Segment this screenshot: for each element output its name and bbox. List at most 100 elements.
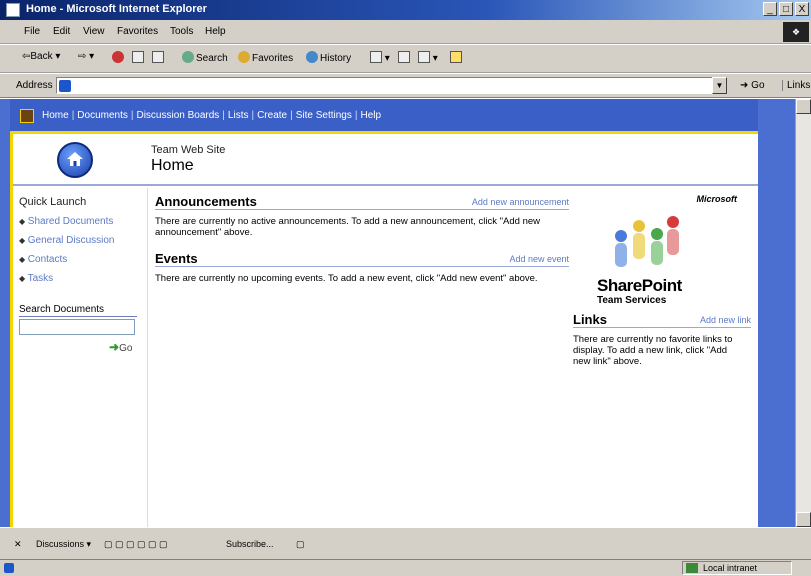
site-icon	[20, 109, 34, 123]
minimize-button[interactable]: _	[763, 2, 777, 16]
search-label: Search	[196, 53, 228, 64]
close-discussions-icon[interactable]: ✕	[14, 539, 22, 550]
announcements-body: There are currently no active announceme…	[155, 216, 541, 238]
home-icon[interactable]	[152, 51, 164, 64]
sidebar: Quick Launch ◆ Shared Documents ◆ Genera…	[13, 188, 148, 530]
address-dropdown-icon[interactable]: ▼	[712, 77, 727, 94]
forward-button[interactable]: ⇨ ▾	[78, 51, 94, 62]
stop-icon[interactable]	[112, 51, 126, 64]
microsoft-logo: Microsoft	[696, 194, 738, 204]
events-title: Events	[155, 251, 198, 266]
links-section: Links Add new link There are currently n…	[573, 312, 751, 367]
announcements-title: Announcements	[155, 194, 257, 209]
home-logo-icon[interactable]	[57, 142, 93, 178]
edit-icon[interactable]: ▾	[418, 51, 438, 64]
page-content: Team Web Site Home Quick Launch ◆ Shared…	[10, 131, 758, 530]
quick-launch-contacts[interactable]: ◆ Contacts	[19, 254, 115, 273]
nav-help[interactable]: Help	[360, 110, 381, 121]
discussion-tool-icons[interactable]: ▢ ▢ ▢ ▢ ▢ ▢	[104, 539, 168, 550]
go-label: Go	[751, 80, 765, 91]
add-link-link[interactable]: Add new link	[700, 315, 751, 325]
search-documents-input[interactable]	[19, 319, 135, 335]
window-title: Home - Microsoft Internet Explorer	[26, 3, 207, 15]
quick-launch-list: ◆ Shared Documents ◆ General Discussion …	[19, 216, 115, 292]
ie-icon	[6, 3, 20, 17]
bullet-icon: ◆	[19, 255, 26, 264]
page-header: Team Web Site Home	[13, 134, 758, 186]
menu-tools[interactable]: Tools	[170, 26, 193, 37]
links-title: Links	[573, 312, 607, 327]
page-icon	[59, 80, 71, 92]
maximize-button[interactable]: □	[779, 2, 793, 16]
discussions-button[interactable]: Discussions ▾	[36, 539, 91, 550]
site-name: Team Web Site	[151, 144, 226, 156]
nav-documents[interactable]: Documents	[77, 110, 128, 121]
address-label: Address	[16, 80, 53, 91]
quick-launch-label: Shared Documents	[27, 216, 114, 227]
menu-view[interactable]: View	[83, 26, 105, 37]
announcements-section: Announcements Add new announcement There…	[155, 194, 569, 238]
history-button[interactable]: History	[306, 51, 351, 64]
bullet-icon: ◆	[19, 274, 26, 283]
vertical-scrollbar[interactable]	[795, 99, 811, 527]
nav-home[interactable]: Home	[42, 110, 69, 121]
sharepoint-product-sub: Team Services	[597, 295, 667, 306]
subscribe-button[interactable]: Subscribe...	[226, 539, 274, 549]
windows-logo-icon: ❖	[783, 22, 809, 42]
standard-toolbar: ⇦Back ▾ ⇨ ▾ Search Favorites History ▾ ▾	[0, 45, 811, 73]
quick-launch-shared-documents[interactable]: ◆ Shared Documents	[19, 216, 115, 235]
quick-launch-general-discussion[interactable]: ◆ General Discussion	[19, 235, 115, 254]
intranet-icon	[686, 563, 698, 573]
add-event-link[interactable]: Add new event	[509, 254, 569, 264]
menu-help[interactable]: Help	[205, 26, 226, 37]
bullet-icon: ◆	[19, 236, 26, 245]
menu-edit[interactable]: Edit	[53, 26, 70, 37]
window-titlebar: Home - Microsoft Internet Explorer _ □ X	[0, 0, 811, 20]
search-go-button[interactable]: ➜Go	[109, 340, 132, 354]
address-bar: Address ▼ ➜ Go Links	[0, 74, 811, 98]
mail-icon[interactable]: ▾	[370, 51, 390, 64]
search-documents-heading: Search Documents	[19, 304, 137, 317]
nav-create[interactable]: Create	[257, 110, 287, 121]
search-button[interactable]: Search	[182, 51, 228, 64]
links-body: There are currently no favorite links to…	[573, 334, 733, 367]
top-navigation: Home | Documents | Discussion Boards | Lists | C…	[10, 99, 758, 131]
sharepoint-people-icon	[615, 216, 679, 267]
scroll-up-icon[interactable]	[796, 99, 811, 114]
show-hide-icon[interactable]: ▢	[296, 539, 305, 550]
quick-launch-heading: Quick Launch	[19, 196, 87, 208]
refresh-icon[interactable]	[132, 51, 144, 64]
menubar: File Edit View Favorites Tools Help ❖	[0, 20, 811, 44]
menu-favorites[interactable]: Favorites	[117, 26, 158, 37]
nav-links: Home | Documents | Discussion Boards | Lists | C…	[42, 110, 382, 121]
quick-launch-label: General Discussion	[27, 235, 115, 246]
status-bar: Local intranet	[0, 559, 811, 576]
nav-site-settings[interactable]: Site Settings	[296, 110, 352, 121]
security-zone-label: Local intranet	[703, 563, 758, 573]
close-button[interactable]: X	[795, 2, 809, 16]
nav-discussion-boards[interactable]: Discussion Boards	[136, 110, 219, 121]
scroll-down-icon[interactable]	[796, 512, 811, 527]
print-icon[interactable]	[398, 51, 410, 64]
back-button[interactable]: ⇦Back ▾	[22, 51, 60, 62]
address-input[interactable]	[56, 77, 726, 94]
quick-launch-label: Contacts	[27, 254, 68, 265]
page-viewport: Home | Documents | Discussion Boards | Lists | C…	[0, 99, 811, 530]
page-status-icon	[4, 563, 14, 573]
links-button[interactable]: Links	[782, 80, 810, 91]
quick-launch-label: Tasks	[27, 273, 54, 284]
history-label: History	[320, 53, 352, 64]
search-go-label: Go	[119, 343, 133, 354]
nav-lists[interactable]: Lists	[228, 110, 249, 121]
discussions-bar: ✕ Discussions ▾ ▢ ▢ ▢ ▢ ▢ ▢ Subscribe...…	[0, 527, 811, 559]
favorites-button[interactable]: Favorites	[238, 51, 293, 64]
discuss-icon[interactable]	[450, 51, 462, 64]
menu-file[interactable]: File	[24, 26, 40, 37]
security-zone: Local intranet	[682, 561, 792, 575]
quick-launch-tasks[interactable]: ◆ Tasks	[19, 273, 115, 292]
bullet-icon: ◆	[19, 217, 26, 226]
add-announcement-link[interactable]: Add new announcement	[472, 197, 569, 207]
go-button[interactable]: ➜ Go	[740, 80, 765, 91]
back-label: Back	[30, 51, 53, 62]
sharepoint-product-name: SharePoint	[597, 276, 682, 295]
